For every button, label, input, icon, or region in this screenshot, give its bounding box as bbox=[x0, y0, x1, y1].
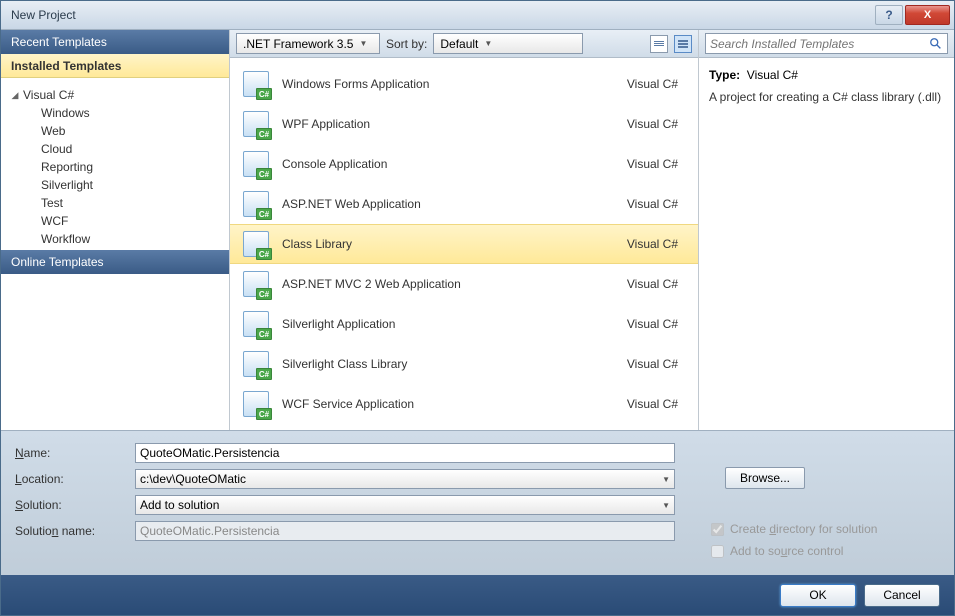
template-icon: C# bbox=[240, 108, 272, 140]
chevron-down-icon: ▼ bbox=[662, 475, 670, 484]
sortby-combo[interactable]: Default ▼ bbox=[433, 33, 583, 54]
template-lang: Visual C# bbox=[627, 397, 688, 411]
close-button[interactable]: X bbox=[905, 5, 950, 25]
chevron-down-icon: ▼ bbox=[662, 501, 670, 510]
tree-item-web[interactable]: Web bbox=[27, 122, 229, 140]
online-templates-header[interactable]: Online Templates bbox=[1, 250, 229, 274]
create-directory-label: Create directory for solution bbox=[730, 522, 877, 536]
template-main-panel: .NET Framework 3.5 ▼ Sort by: Default ▼ bbox=[229, 30, 699, 430]
create-directory-checkbox bbox=[711, 523, 724, 536]
template-name: WPF Application bbox=[282, 117, 627, 131]
template-lang: Visual C# bbox=[627, 317, 688, 331]
template-item[interactable]: C# WPF ApplicationVisual C# bbox=[230, 104, 698, 144]
dialog-button-bar: OK Cancel bbox=[1, 575, 954, 615]
location-combo[interactable]: c:\dev\QuoteOMatic ▼ bbox=[135, 469, 675, 489]
template-categories-sidebar: Recent Templates Installed Templates ◢ V… bbox=[1, 30, 229, 430]
tree-item-workflow[interactable]: Workflow bbox=[27, 230, 229, 248]
chevron-down-icon: ▼ bbox=[484, 39, 492, 48]
search-icon bbox=[929, 37, 943, 51]
tree-item-reporting[interactable]: Reporting bbox=[27, 158, 229, 176]
template-lang: Visual C# bbox=[627, 77, 688, 91]
template-list[interactable]: C#Windows Forms ApplicationVisual C#C#WP… bbox=[230, 58, 698, 430]
new-project-dialog: New Project ? X Recent Templates Install… bbox=[0, 0, 955, 616]
template-item[interactable]: C# WCF Service ApplicationVisual C# bbox=[230, 384, 698, 424]
template-name: Silverlight Application bbox=[282, 317, 627, 331]
source-control-checkbox bbox=[711, 545, 724, 558]
location-label: Location: bbox=[15, 472, 135, 486]
template-name: ASP.NET MVC 2 Web Application bbox=[282, 277, 627, 291]
browse-button[interactable]: Browse... bbox=[725, 467, 805, 489]
installed-templates-header[interactable]: Installed Templates bbox=[1, 54, 229, 78]
template-icon: C# bbox=[240, 348, 272, 380]
template-lang: Visual C# bbox=[627, 277, 688, 291]
search-field[interactable] bbox=[710, 37, 929, 51]
tree-item-test[interactable]: Test bbox=[27, 194, 229, 212]
template-icon: C# bbox=[240, 308, 272, 340]
template-lang: Visual C# bbox=[627, 117, 688, 131]
template-name: Windows Forms Application bbox=[282, 77, 627, 91]
template-icon: C# bbox=[240, 188, 272, 220]
template-icon: C# bbox=[240, 388, 272, 420]
tree-item-cloud[interactable]: Cloud bbox=[27, 140, 229, 158]
tree-item-windows[interactable]: Windows bbox=[27, 104, 229, 122]
detail-description: A project for creating a C# class librar… bbox=[709, 90, 944, 106]
help-button[interactable]: ? bbox=[875, 5, 903, 25]
template-item[interactable]: C# Silverlight Class LibraryVisual C# bbox=[230, 344, 698, 384]
template-lang: Visual C# bbox=[627, 237, 688, 251]
template-detail-panel: Type: Visual C# A project for creating a… bbox=[699, 30, 954, 430]
detail-type: Type: Visual C# bbox=[709, 68, 944, 82]
template-name: Console Application bbox=[282, 157, 627, 171]
template-icon: C# bbox=[240, 68, 272, 100]
template-item[interactable]: C# Console ApplicationVisual C# bbox=[230, 144, 698, 184]
tree-item-visual-csharp[interactable]: ◢ Visual C# bbox=[9, 86, 229, 104]
sortby-label: Sort by: bbox=[386, 37, 427, 51]
template-name: Silverlight Class Library bbox=[282, 357, 627, 371]
view-medium-icons-button[interactable] bbox=[674, 35, 692, 53]
template-item[interactable]: C# ASP.NET MVC 2 Web ApplicationVisual C# bbox=[230, 264, 698, 304]
recent-templates-header[interactable]: Recent Templates bbox=[1, 30, 229, 54]
template-item[interactable]: C# Silverlight ApplicationVisual C# bbox=[230, 304, 698, 344]
template-icon: C# bbox=[240, 228, 272, 260]
template-lang: Visual C# bbox=[627, 197, 688, 211]
source-control-label: Add to source control bbox=[730, 544, 843, 558]
cancel-button[interactable]: Cancel bbox=[864, 584, 940, 607]
ok-button[interactable]: OK bbox=[780, 584, 856, 607]
solution-label: Solution: bbox=[15, 498, 135, 512]
chevron-down-icon: ▼ bbox=[359, 39, 367, 48]
template-toolbar: .NET Framework 3.5 ▼ Sort by: Default ▼ bbox=[230, 30, 698, 58]
titlebar[interactable]: New Project ? X bbox=[1, 1, 954, 30]
tree-item-wcf[interactable]: WCF bbox=[27, 212, 229, 230]
name-input[interactable] bbox=[135, 443, 675, 463]
search-input[interactable] bbox=[705, 33, 948, 54]
template-name: Class Library bbox=[282, 237, 627, 251]
template-item[interactable]: C# Class LibraryVisual C# bbox=[230, 224, 698, 264]
solution-name-input bbox=[135, 521, 675, 541]
expand-icon[interactable]: ◢ bbox=[9, 90, 21, 101]
template-lang: Visual C# bbox=[627, 157, 688, 171]
template-icon: C# bbox=[240, 268, 272, 300]
window-title: New Project bbox=[11, 8, 875, 22]
template-icon: C# bbox=[240, 148, 272, 180]
view-small-icons-button[interactable] bbox=[650, 35, 668, 53]
solution-combo[interactable]: Add to solution ▼ bbox=[135, 495, 675, 515]
name-label: Name: bbox=[15, 446, 135, 460]
framework-combo[interactable]: .NET Framework 3.5 ▼ bbox=[236, 33, 380, 54]
template-tree: ◢ Visual C# WindowsWebCloudReportingSilv… bbox=[1, 78, 229, 250]
tree-item-silverlight[interactable]: Silverlight bbox=[27, 176, 229, 194]
template-name: WCF Service Application bbox=[282, 397, 627, 411]
template-name: ASP.NET Web Application bbox=[282, 197, 627, 211]
template-item[interactable]: C# Windows Forms ApplicationVisual C# bbox=[230, 64, 698, 104]
template-lang: Visual C# bbox=[627, 357, 688, 371]
project-settings-form: Name: Location: c:\dev\QuoteOMatic ▼ Bro… bbox=[1, 430, 954, 575]
template-item[interactable]: C# ASP.NET Web ApplicationVisual C# bbox=[230, 184, 698, 224]
solution-name-label: Solution name: bbox=[15, 524, 135, 538]
